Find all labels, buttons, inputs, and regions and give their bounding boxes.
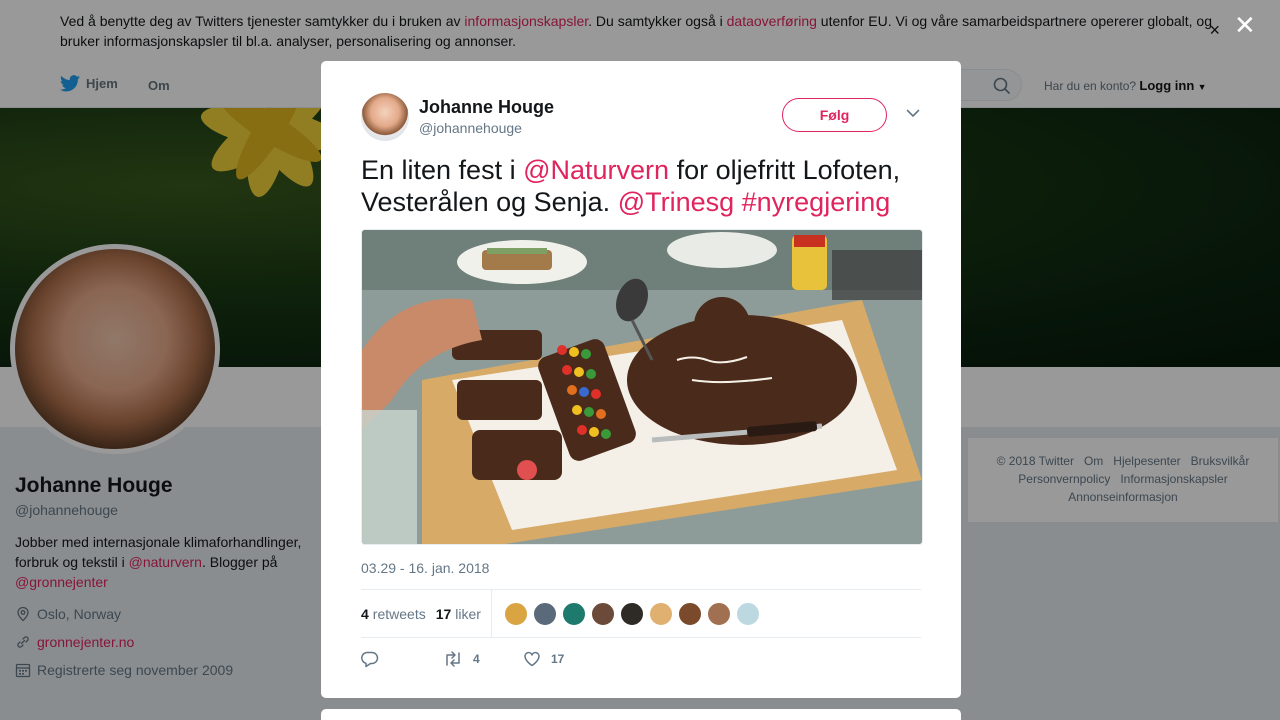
author-name[interactable]: Johanne Houge	[419, 97, 554, 118]
stats-divider	[490, 590, 492, 637]
likes-count: 17	[435, 605, 452, 622]
chevron-down-icon[interactable]	[906, 109, 920, 118]
next-tweet-edge	[321, 709, 961, 720]
close-icon[interactable]: ✕	[1234, 12, 1256, 38]
liker-avatar[interactable]	[532, 601, 557, 626]
reply-icon	[361, 651, 379, 668]
liker-avatar[interactable]	[619, 601, 644, 626]
liker-avatar[interactable]	[677, 601, 702, 626]
liker-avatar[interactable]	[590, 601, 615, 626]
liker-avatars	[503, 601, 765, 626]
tweet-stats: 4 retweets 17 liker	[361, 589, 921, 638]
heart-icon	[524, 651, 540, 667]
tweet-author: Johanne Houge @johannehouge Følg	[361, 93, 921, 143]
tweet-photo[interactable]	[361, 229, 923, 545]
tweet-actions: 4 17	[361, 638, 921, 680]
retweets-count: 4	[361, 605, 369, 622]
like-count: 17	[551, 652, 565, 666]
tweet-text: En liten fest i @Naturvern for oljefritt…	[361, 154, 921, 218]
hashtag-nyregjering[interactable]: #nyregjering	[742, 187, 891, 217]
liker-avatar[interactable]	[503, 601, 528, 626]
retweet-icon	[446, 651, 460, 667]
retweet-button[interactable]: 4	[443, 650, 523, 668]
mention-trinesg[interactable]: @Trinesg	[618, 187, 734, 217]
like-button[interactable]: 17	[523, 650, 564, 668]
likes-stat[interactable]: 17 liker	[436, 606, 481, 622]
retweets-label: retweets	[372, 605, 426, 622]
liker-avatar[interactable]	[648, 601, 673, 626]
retweets-stat[interactable]: 4 retweets	[361, 606, 426, 622]
tweet-timestamp[interactable]: 03.29 - 16. jan. 2018	[361, 560, 921, 576]
reply-button[interactable]	[361, 650, 443, 668]
cake-tray-photo	[362, 230, 922, 544]
follow-button[interactable]: Følg	[782, 98, 887, 132]
tweet-modal: Johanne Houge @johannehouge Følg En lite…	[321, 61, 961, 698]
likes-label: liker	[455, 605, 481, 622]
author-handle[interactable]: @johannehouge	[419, 120, 522, 136]
retweet-count: 4	[473, 652, 480, 666]
liker-avatar[interactable]	[735, 601, 760, 626]
author-avatar[interactable]	[361, 93, 409, 141]
liker-avatar[interactable]	[706, 601, 731, 626]
mention-naturvern[interactable]: @Naturvern	[523, 155, 669, 185]
liker-avatar[interactable]	[561, 601, 586, 626]
tweet-text-part: En liten fest i	[361, 155, 524, 185]
